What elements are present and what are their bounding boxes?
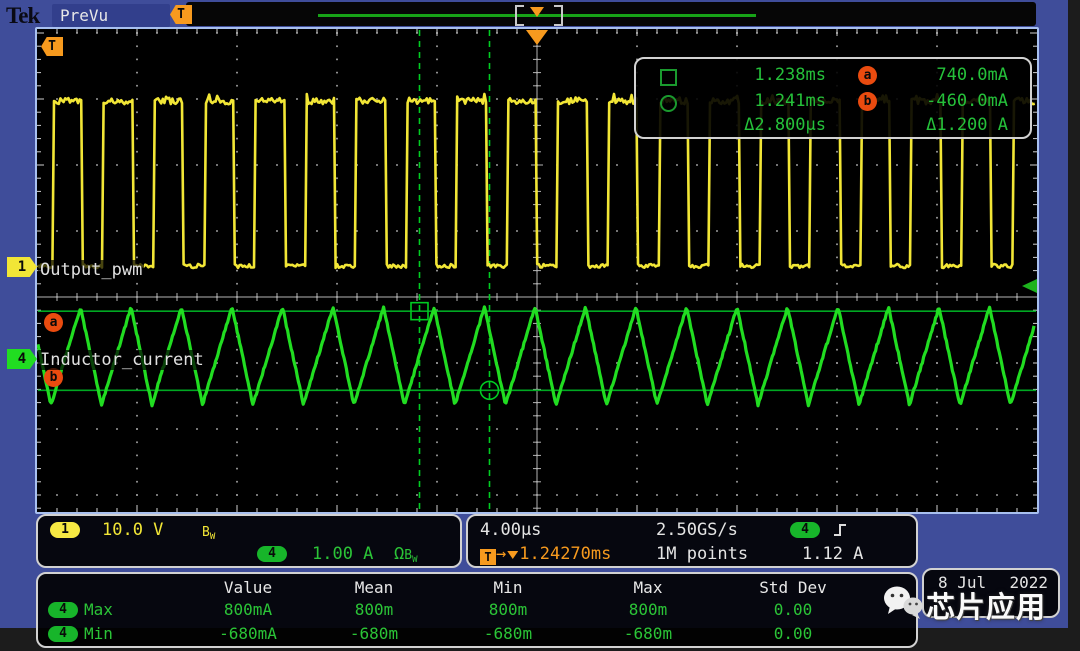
channel-settings-box[interactable]: 1 10.0 V BW 4 1.00 A ΩBW [36,514,462,568]
cursor-b-time: 1.241ms [696,91,826,111]
trigger-slope-rising-icon [832,522,848,543]
measurement-table[interactable]: Value Mean Min Max Std Dev 4 Max 800mA 8… [36,572,918,648]
ch1-waveform-label: Output_pwm [38,260,144,280]
meas-header-value: Value [188,578,308,597]
cursor-a-value: 740.0mA [884,65,1008,85]
cursor-b-level-badge: b [858,92,877,111]
horizontal-trigger-box[interactable]: 4.00µs 2.50GS/s 4 T→1.24270ms 1M points … [466,514,918,568]
meas-row1-max: 800m [588,600,708,619]
ch4-coupling-icon: ΩBW [394,544,418,565]
trigger-t-icon-readout: T [480,549,496,565]
cursor-b-circle-icon [660,95,677,112]
sample-rate: 2.50GS/s [656,520,738,540]
meas-row2-max: -680m [588,624,708,643]
record-window-bracket-right[interactable] [554,5,563,26]
meas-row1-channel-badge: 4 [48,602,78,618]
tek-logo: Tek [6,3,52,27]
cursor-readout-box[interactable]: 1.238ms a 740.0mA 1.241ms b -460.0mA Δ2.… [634,57,1032,139]
trigger-level-readout: 1.12 A [802,544,863,564]
meas-row1-mean: 800m [314,600,434,619]
meas-row2-value: -680mA [188,624,308,643]
watermark-text: 芯片应用 [926,584,1046,626]
cursor-delta-time: Δ2.800µs [696,115,826,135]
meas-row2-channel-badge: 4 [48,626,78,642]
horizontal-scale: 4.00µs [480,520,541,540]
watermark: 芯片应用 [882,584,1046,626]
meas-row1-value: 800mA [188,600,308,619]
meas-row2-name: Min [84,624,113,643]
meas-header-max: Max [588,578,708,597]
trigger-delay-readout: T→1.24270ms [480,544,611,565]
meas-row2-stddev: 0.00 [733,624,853,643]
meas-header-min: Min [448,578,568,597]
meas-row2-min: -680m [448,624,568,643]
wave-record-view[interactable] [186,2,1036,26]
cursor-a-level-badge: a [858,66,877,85]
meas-header-stddev: Std Dev [733,578,853,597]
ch4-scale: 1.00 A [312,544,373,564]
meas-row1-name: Max [84,600,113,619]
ch4-badge[interactable]: 4 [257,546,287,562]
wechat-icon [882,584,924,626]
cursor-a-badge[interactable]: a [44,313,63,332]
meas-row1-stddev: 0.00 [733,600,853,619]
meas-row1-min: 800m [448,600,568,619]
meas-header-mean: Mean [314,578,434,597]
oscilloscope-screen: Tek PreVu T T 1 4 a b Output_pwm Inducto… [0,0,1080,651]
ch1-badge[interactable]: 1 [50,522,80,538]
acquisition-mode-label: PreVu [52,4,170,27]
record-length: 1M points [656,544,748,564]
ch4-waveform-label: Inductor_current [38,350,206,370]
cursor-b-value: -460.0mA [884,91,1008,111]
record-window-bracket-left[interactable] [515,5,524,26]
cursor-a-time: 1.238ms [696,65,826,85]
ch1-bandwidth-icon: BW [202,521,215,542]
ch1-scale: 10.0 V [102,520,163,540]
cursor-b-badge[interactable]: b [44,368,63,387]
cursor-a-square-icon [660,69,677,86]
cursor-delta-value: Δ1.200 A [884,115,1008,135]
meas-row2-mean: -680m [314,624,434,643]
trigger-source-badge[interactable]: 4 [790,522,820,538]
